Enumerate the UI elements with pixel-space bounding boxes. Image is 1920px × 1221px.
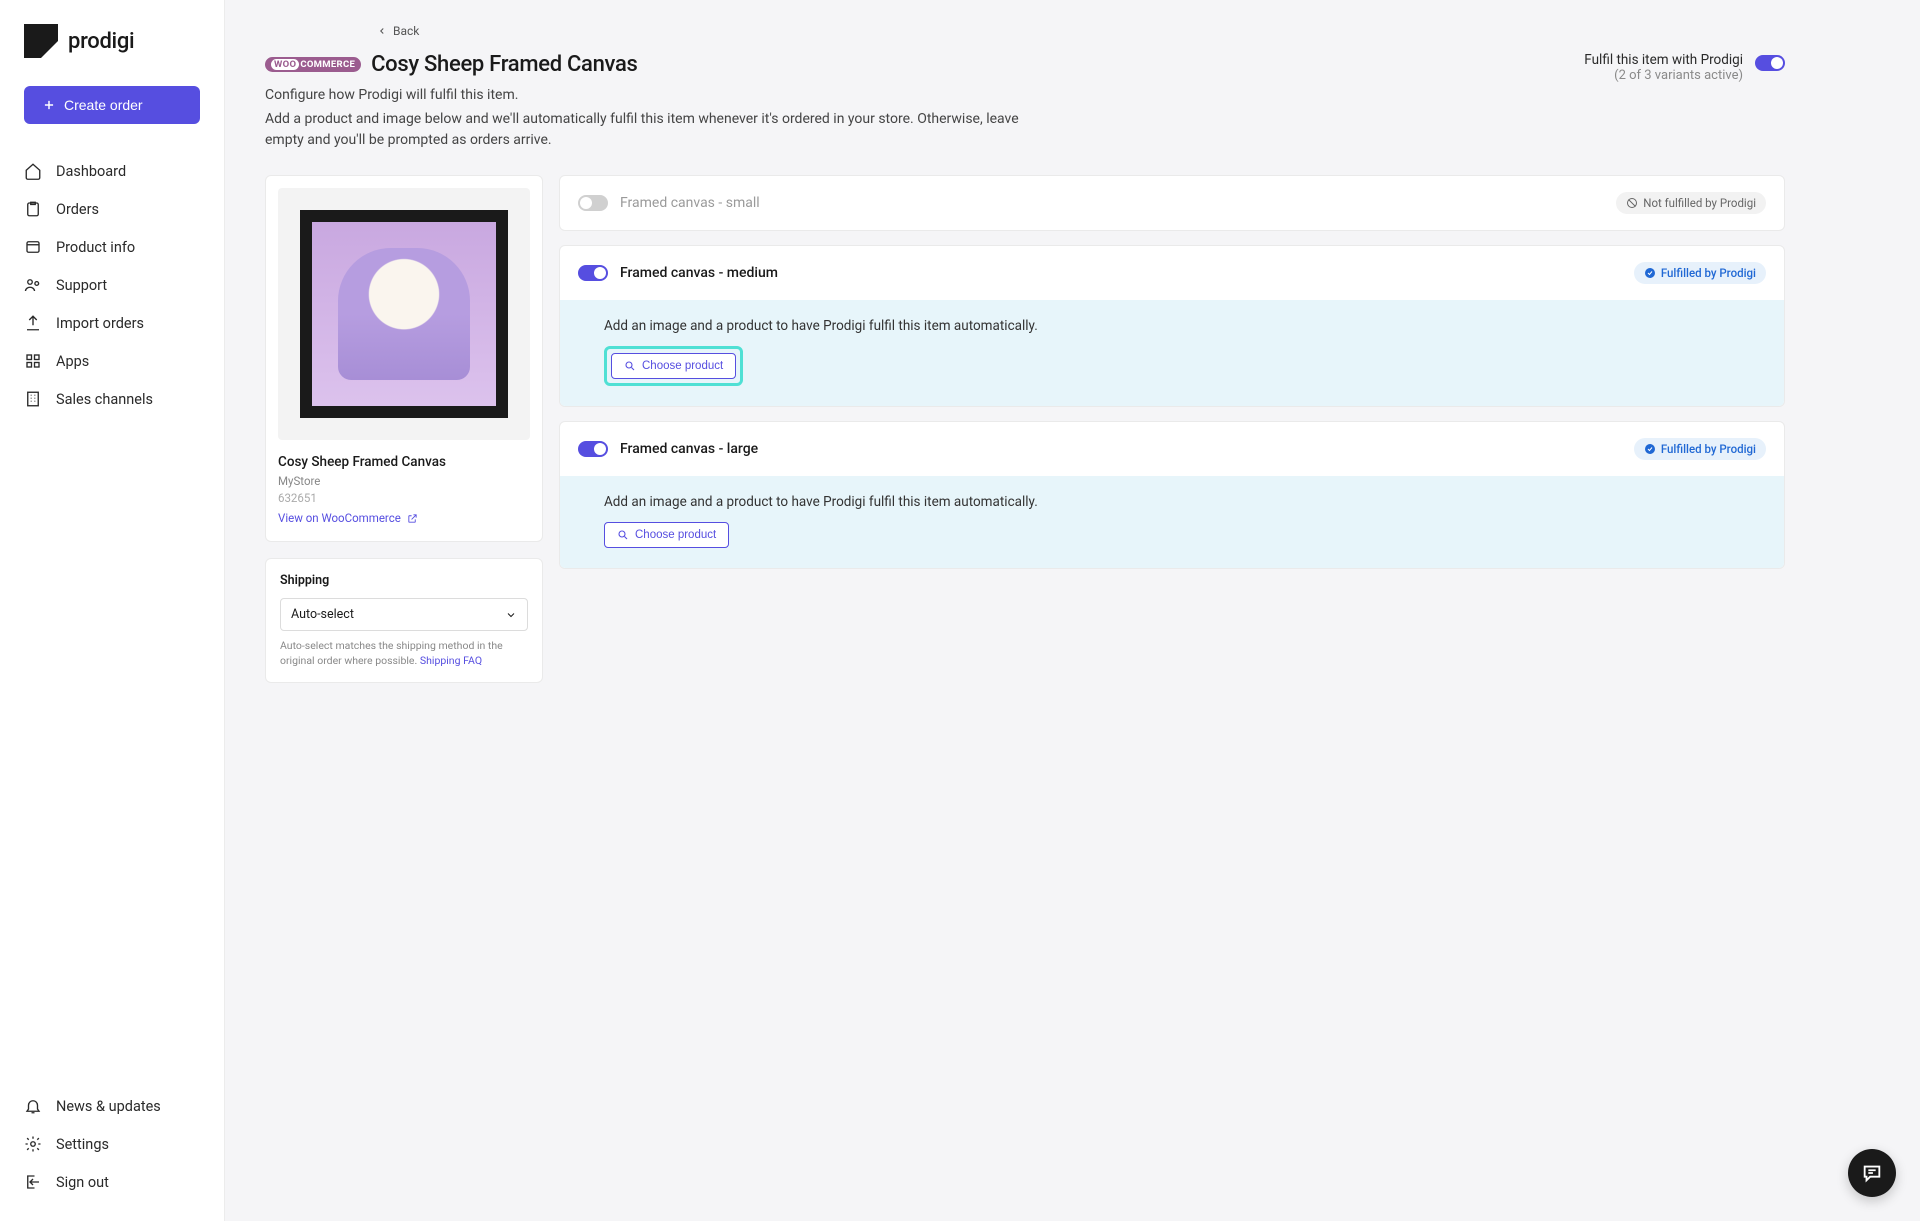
nav-label: Sales channels: [56, 391, 153, 408]
view-link-label: View on WooCommerce: [278, 511, 401, 525]
shipping-selected-value: Auto-select: [291, 607, 354, 622]
plus-icon: [42, 98, 56, 112]
home-icon: [24, 162, 42, 180]
fulfilled-badge: Fulfilled by Prodigi: [1634, 262, 1766, 284]
nav-item-dashboard[interactable]: Dashboard: [0, 152, 224, 190]
variant-body-text: Add an image and a product to have Prodi…: [604, 318, 1740, 334]
choose-product-highlight: Choose product: [604, 346, 743, 386]
people-icon: [24, 276, 42, 294]
variant-name: Framed canvas - medium: [620, 265, 778, 281]
building-icon: [24, 390, 42, 408]
badge-label: Fulfilled by Prodigi: [1661, 442, 1756, 456]
page-description: Add a product and image below and we'll …: [265, 109, 1025, 151]
external-link-icon: [407, 513, 418, 524]
nav-label: Sign out: [56, 1174, 109, 1191]
variant-card-medium: Framed canvas - medium Fulfilled by Prod…: [559, 245, 1785, 407]
choose-product-button[interactable]: Choose product: [604, 522, 729, 548]
signout-icon: [24, 1173, 42, 1191]
upload-icon: [24, 314, 42, 332]
view-on-woocommerce-link[interactable]: View on WooCommerce: [278, 511, 530, 525]
nav-item-settings[interactable]: Settings: [0, 1125, 224, 1163]
choose-product-label: Choose product: [642, 360, 723, 372]
check-circle-icon: [1644, 443, 1656, 455]
shipping-title: Shipping: [280, 573, 528, 588]
back-label: Back: [393, 24, 419, 38]
product-image: [278, 188, 530, 440]
variants-active-text: (2 of 3 variants active): [1584, 68, 1743, 83]
sidebar: prodigi Create order Dashboard Orders Pr…: [0, 0, 225, 1221]
nav-label: Support: [56, 277, 107, 294]
variant-toggle[interactable]: [578, 195, 608, 211]
nav-label: Product info: [56, 239, 135, 256]
nav-item-apps[interactable]: Apps: [0, 342, 224, 380]
main-content: Back WOOCOMMERCE Cosy Sheep Framed Canva…: [225, 0, 1825, 1221]
variant-toggle[interactable]: [578, 441, 608, 457]
tag-icon: [24, 238, 42, 256]
gear-icon: [24, 1135, 42, 1153]
logo[interactable]: prodigi: [0, 24, 224, 86]
product-store: MyStore: [278, 474, 530, 488]
choose-product-button[interactable]: Choose product: [611, 353, 736, 379]
nav-item-import-orders[interactable]: Import orders: [0, 304, 224, 342]
shipping-card: Shipping Auto-select Auto-select matches…: [265, 558, 543, 683]
nav-item-product-info[interactable]: Product info: [0, 228, 224, 266]
chat-fab[interactable]: [1848, 1149, 1896, 1197]
chevron-left-icon: [377, 26, 387, 36]
page-subtitle: Configure how Prodigi will fulfil this i…: [265, 87, 1025, 103]
nav-label: Orders: [56, 201, 99, 218]
variant-card-small: Framed canvas - small Not fulfilled by P…: [559, 175, 1785, 231]
clipboard-icon: [24, 200, 42, 218]
create-order-label: Create order: [64, 97, 143, 113]
chevron-down-icon: [505, 609, 517, 621]
nav-label: Import orders: [56, 315, 144, 332]
bell-icon: [24, 1097, 42, 1115]
nav-label: Settings: [56, 1136, 109, 1153]
nav-footer: News & updates Settings Sign out: [0, 1087, 224, 1201]
page-title: Cosy Sheep Framed Canvas: [371, 52, 637, 77]
variant-toggle[interactable]: [578, 265, 608, 281]
product-id: 632651: [278, 491, 530, 505]
variant-body-text: Add an image and a product to have Prodi…: [604, 494, 1740, 510]
fulfil-toggle[interactable]: [1755, 55, 1785, 71]
create-order-button[interactable]: Create order: [24, 86, 200, 124]
back-link[interactable]: Back: [377, 24, 1785, 38]
shipping-faq-link[interactable]: Shipping FAQ: [420, 654, 482, 667]
chat-icon: [1861, 1162, 1883, 1184]
variant-name: Framed canvas - large: [620, 441, 758, 457]
fulfilled-badge: Fulfilled by Prodigi: [1634, 438, 1766, 460]
product-card: Cosy Sheep Framed Canvas MyStore 632651 …: [265, 175, 543, 542]
check-circle-icon: [1644, 267, 1656, 279]
woocommerce-badge: WOOCOMMERCE: [265, 57, 361, 72]
nav-label: Dashboard: [56, 163, 126, 180]
fulfil-toggle-label: Fulfil this item with Prodigi: [1584, 52, 1743, 68]
variants-list: Framed canvas - small Not fulfilled by P…: [559, 175, 1785, 583]
variant-name: Framed canvas - small: [620, 195, 760, 211]
nav-item-signout[interactable]: Sign out: [0, 1163, 224, 1201]
variant-card-large: Framed canvas - large Fulfilled by Prodi…: [559, 421, 1785, 569]
nav-item-orders[interactable]: Orders: [0, 190, 224, 228]
nav-item-sales-channels[interactable]: Sales channels: [0, 380, 224, 418]
nav: Dashboard Orders Product info Support Im…: [0, 152, 224, 1087]
prohibit-icon: [1626, 197, 1638, 209]
badge-label: Fulfilled by Prodigi: [1661, 266, 1756, 280]
shipping-select[interactable]: Auto-select: [280, 598, 528, 631]
badge-label: Not fulfilled by Prodigi: [1643, 196, 1756, 210]
choose-product-label: Choose product: [635, 529, 716, 541]
not-fulfilled-badge: Not fulfilled by Prodigi: [1616, 192, 1766, 214]
logo-mark-icon: [24, 24, 58, 58]
shipping-help-text: Auto-select matches the shipping method …: [280, 639, 528, 668]
nav-label: News & updates: [56, 1098, 161, 1115]
nav-item-news[interactable]: News & updates: [0, 1087, 224, 1125]
search-icon: [617, 529, 629, 541]
grid-icon: [24, 352, 42, 370]
nav-label: Apps: [56, 353, 89, 370]
search-icon: [624, 360, 636, 372]
product-name: Cosy Sheep Framed Canvas: [278, 454, 530, 470]
nav-item-support[interactable]: Support: [0, 266, 224, 304]
logo-text: prodigi: [68, 29, 134, 54]
